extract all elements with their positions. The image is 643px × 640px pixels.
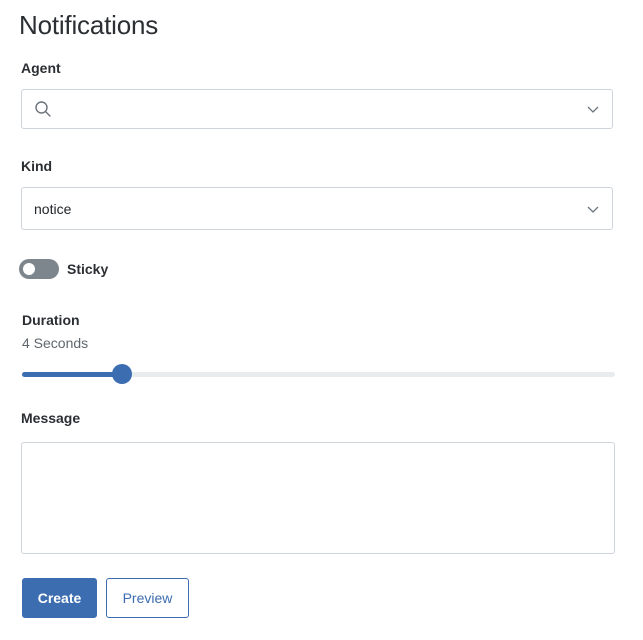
message-label: Message [21, 410, 81, 426]
chevron-down-icon [587, 106, 599, 113]
sticky-toggle[interactable] [19, 259, 59, 279]
toggle-knob [23, 263, 35, 275]
page-title: Notifications [19, 10, 159, 40]
agent-select[interactable] [21, 89, 613, 129]
chevron-down-icon [587, 206, 599, 213]
duration-slider[interactable] [22, 364, 615, 384]
kind-select[interactable]: notice [21, 187, 613, 230]
preview-button[interactable]: Preview [106, 578, 189, 618]
slider-thumb[interactable] [112, 364, 132, 384]
slider-fill [22, 372, 122, 377]
kind-value: notice [34, 200, 72, 217]
agent-label: Agent [21, 60, 61, 76]
create-button[interactable]: Create [22, 578, 97, 618]
sticky-label: Sticky [67, 261, 109, 277]
duration-label: Duration [22, 312, 80, 328]
kind-label: Kind [21, 158, 53, 174]
duration-value: 4 Seconds [22, 335, 89, 351]
search-icon [35, 101, 51, 117]
message-textarea[interactable] [21, 442, 615, 554]
